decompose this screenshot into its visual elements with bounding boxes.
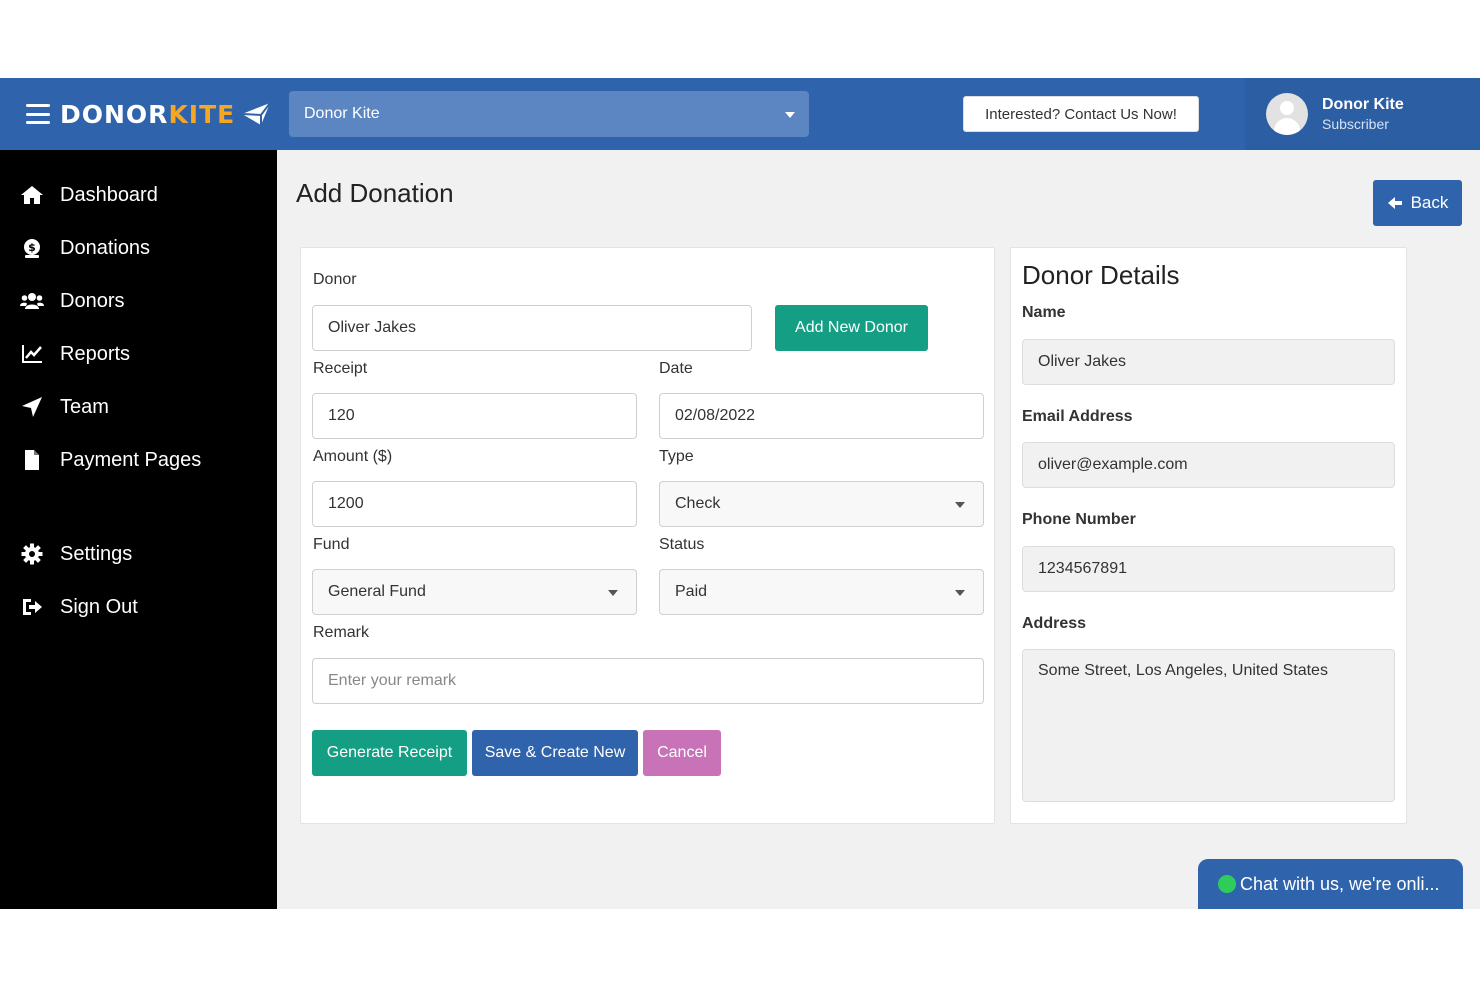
date-label: Date [659,360,693,377]
paper-plane-icon [22,397,42,417]
user-menu[interactable]: Donor Kite Subscriber [1245,78,1480,150]
donor-field[interactable]: Oliver Jakes [312,305,752,351]
sidebar: Dashboard $ Donations Donors Reports Tea… [0,150,277,909]
home-icon [21,186,43,204]
date-field[interactable]: 02/08/2022 [659,393,984,439]
sidebar-item-dashboard[interactable]: Dashboard [0,175,277,215]
top-bar: DONORKITE Donor Kite Interested? Contact… [0,78,1480,150]
fund-select[interactable]: General Fund [312,569,637,615]
fund-label: Fund [313,536,350,553]
page-title: Add Donation [296,178,454,208]
save-create-new-button[interactable]: Save & Create New [472,730,638,776]
sidebar-item-reports[interactable]: Reports [0,334,277,374]
amount-field[interactable]: 1200 [312,481,637,527]
remark-input[interactable]: Enter your remark [312,658,984,704]
money-bag-icon: $ [24,239,40,258]
svg-text:$: $ [28,241,36,254]
name-field: Oliver Jakes [1022,339,1395,385]
sidebar-item-donations[interactable]: $ Donations [0,228,277,268]
sidebar-item-payment-pages[interactable]: Payment Pages [0,440,277,480]
file-icon [25,450,39,470]
status-label: Status [659,536,705,553]
sign-out-icon [23,599,42,615]
contact-us-button[interactable]: Interested? Contact Us Now! [963,96,1199,132]
status-select[interactable]: Paid [659,569,984,615]
brand: DONORKITE [0,78,277,150]
phone-field: 1234567891 [1022,546,1395,592]
remark-label: Remark [313,624,370,641]
sidebar-item-donors[interactable]: Donors [0,281,277,321]
app-window: DONORKITE Donor Kite Interested? Contact… [0,78,1480,909]
sidebar-item-settings[interactable]: Settings [0,534,277,574]
menu-icon[interactable] [26,104,50,124]
email-field: oliver@example.com [1022,442,1395,488]
name-label: Name [1022,304,1066,321]
kite-logo-icon [242,102,272,125]
add-new-donor-button[interactable]: Add New Donor [775,305,928,351]
users-icon [20,293,44,309]
cancel-button[interactable]: Cancel [643,730,721,776]
avatar [1266,93,1308,135]
amount-label: Amount ($) [313,448,393,465]
chevron-down-icon [955,502,965,508]
chevron-down-icon [785,112,795,118]
receipt-label: Receipt [313,360,368,377]
address-field: Some Street, Los Angeles, United States [1022,649,1395,802]
chat-widget[interactable]: Chat with us, we're onli... [1198,859,1463,909]
generate-receipt-button[interactable]: Generate Receipt [312,730,467,776]
donor-label: Donor [313,271,357,288]
sidebar-item-team[interactable]: Team [0,387,277,427]
email-label: Email Address [1022,408,1133,425]
address-label: Address [1022,615,1087,632]
chevron-down-icon [608,590,618,596]
online-status-icon [1218,875,1236,893]
donor-details-card: Donor Details Name Oliver Jakes Email Ad… [1010,247,1407,824]
chart-icon [22,345,42,363]
sidebar-item-sign-out[interactable]: Sign Out [0,587,277,627]
arrow-left-icon [1387,197,1402,209]
user-name: Donor Kite [1322,96,1404,113]
organization-select[interactable]: Donor Kite [289,91,809,137]
donation-form-card: Donor Oliver Jakes Add New Donor Receipt… [300,247,995,824]
gear-icon [21,543,43,565]
type-select[interactable]: Check [659,481,984,527]
back-button[interactable]: Back [1373,180,1462,226]
receipt-field[interactable]: 120 [312,393,637,439]
type-label: Type [659,448,694,465]
chevron-down-icon [955,590,965,596]
phone-label: Phone Number [1022,511,1136,528]
user-role: Subscriber [1322,116,1389,132]
donor-details-title: Donor Details [1022,260,1180,290]
logo[interactable]: DONORKITE [60,100,235,129]
